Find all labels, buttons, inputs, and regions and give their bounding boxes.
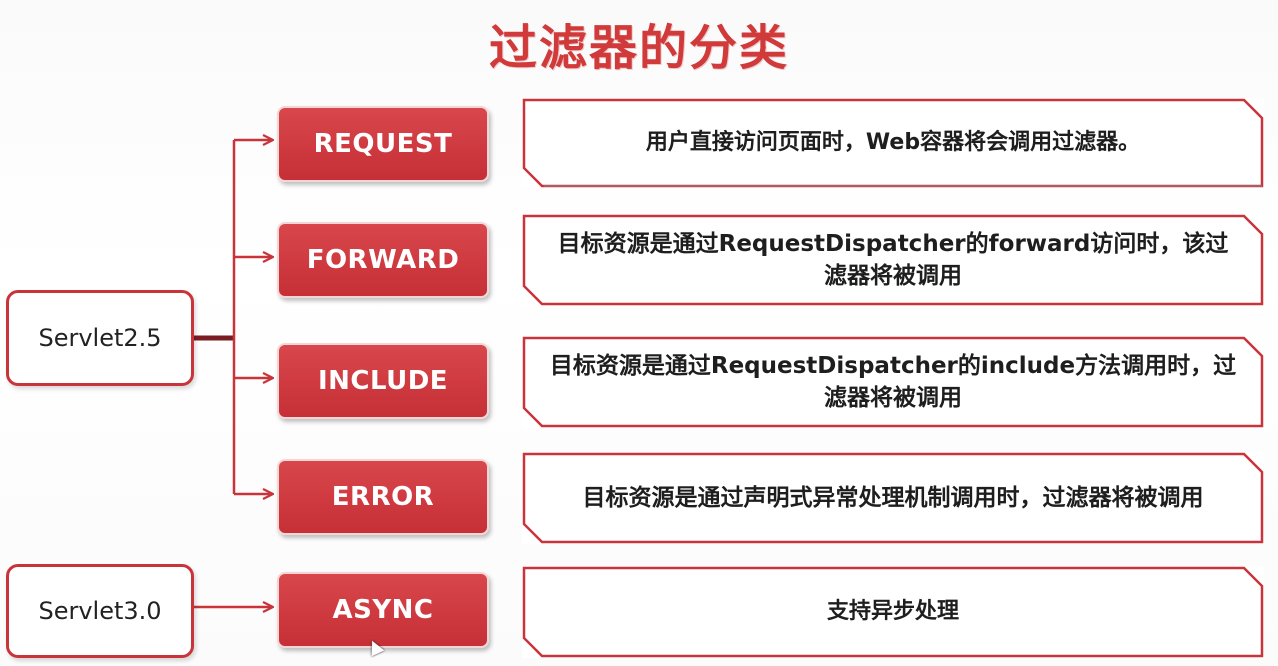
desc-async: 支持异步处理: [522, 566, 1264, 658]
desc-async-text: 支持异步处理: [826, 599, 959, 624]
desc-request-text: 用户直接访问页面时，Web容器将会调用过滤器。: [645, 130, 1141, 155]
desc-include-text: 目标资源是通过RequestDispatcher的include方法调用时，过滤…: [549, 353, 1237, 411]
tag-error: ERROR: [277, 459, 489, 535]
desc-forward: 目标资源是通过RequestDispatcher的forward访问时，该过滤器…: [522, 214, 1264, 306]
tag-forward: FORWARD: [277, 222, 489, 298]
tag-error-label: ERROR: [331, 482, 435, 512]
desc-include: 目标资源是通过RequestDispatcher的include方法调用时，过滤…: [522, 336, 1264, 428]
desc-forward-text: 目标资源是通过RequestDispatcher的forward访问时，该过滤器…: [557, 231, 1229, 289]
servlet30-label: Servlet3.0: [38, 597, 162, 625]
servlet30-box: Servlet3.0: [6, 564, 194, 658]
desc-error-text: 目标资源是通过声明式异常处理机制调用时，过滤器将被调用: [582, 485, 1204, 511]
desc-error: 目标资源是通过声明式异常处理机制调用时，过滤器将被调用: [522, 452, 1264, 544]
tag-forward-label: FORWARD: [306, 245, 460, 275]
desc-request: 用户直接访问页面时，Web容器将会调用过滤器。: [522, 98, 1264, 188]
tag-request-label: REQUEST: [313, 129, 453, 159]
tag-include: INCLUDE: [277, 343, 489, 419]
servlet25-label: Servlet2.5: [38, 324, 162, 352]
tag-async-label: ASYNC: [332, 595, 434, 625]
tag-async: ASYNC: [277, 572, 489, 648]
servlet25-box: Servlet2.5: [6, 290, 194, 386]
slide: 过滤器的分类 Servlet2.5 Servlet3.0 REQUEST FOR…: [0, 0, 1278, 666]
tag-include-label: INCLUDE: [317, 366, 449, 396]
tag-request: REQUEST: [277, 106, 489, 182]
